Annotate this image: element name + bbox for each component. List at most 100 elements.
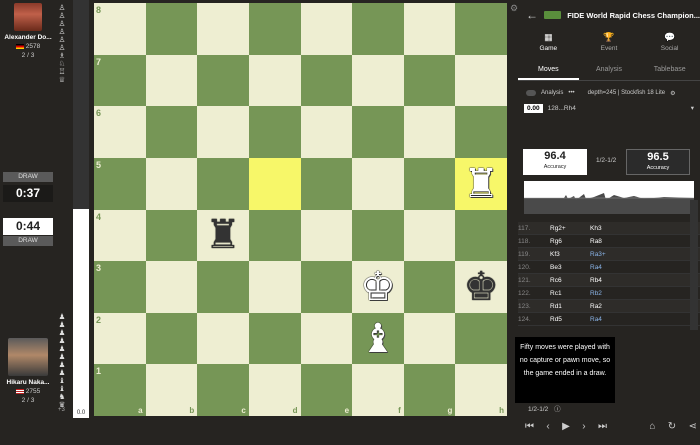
black-move[interactable]: Kh3 — [590, 222, 630, 234]
square-h2[interactable] — [455, 312, 507, 365]
black-move[interactable]: Rb4 — [590, 274, 630, 286]
white-move[interactable]: Rg2+ — [540, 222, 590, 234]
square-g1[interactable]: g — [403, 364, 456, 416]
square-b4[interactable] — [145, 209, 198, 262]
square-h7[interactable] — [455, 54, 507, 107]
black-move[interactable]: Ra3+ — [590, 248, 630, 260]
square-b5[interactable] — [145, 157, 198, 210]
white-move[interactable]: Be3 — [540, 261, 590, 273]
share-icon[interactable]: ⋖ — [689, 421, 697, 432]
square-g4[interactable] — [403, 209, 456, 262]
library-icon[interactable]: ⌂ — [649, 421, 655, 432]
square-e8[interactable] — [300, 3, 353, 55]
square-e1[interactable]: e — [300, 364, 353, 416]
info-icon[interactable]: ⓘ — [554, 406, 561, 413]
square-b2[interactable] — [145, 312, 198, 365]
previous-move-icon[interactable]: ‹ — [546, 421, 549, 432]
white-move[interactable]: Rd5 — [540, 313, 590, 325]
square-b3[interactable] — [145, 261, 198, 313]
square-a4[interactable]: 4 — [94, 209, 146, 262]
square-c3[interactable] — [197, 261, 249, 313]
square-g8[interactable] — [403, 3, 456, 55]
square-d4[interactable] — [248, 209, 301, 262]
square-f6[interactable] — [352, 106, 404, 158]
nav-game[interactable]: ▦ Game — [518, 32, 578, 57]
square-h5[interactable]: ♜ — [455, 157, 507, 210]
white-piece-h5[interactable]: ♜ — [463, 164, 499, 204]
square-a6[interactable]: 6 — [94, 106, 146, 158]
square-f2[interactable]: ♝ — [352, 312, 404, 365]
square-g2[interactable] — [403, 312, 456, 365]
square-g5[interactable] — [403, 157, 456, 210]
square-c8[interactable] — [197, 3, 249, 55]
square-a8[interactable]: 8 — [94, 3, 146, 55]
square-f4[interactable] — [352, 209, 404, 262]
square-b6[interactable] — [145, 106, 198, 158]
square-d2[interactable] — [248, 312, 301, 365]
square-f1[interactable]: f — [352, 364, 404, 416]
square-d6[interactable] — [248, 106, 301, 158]
black-piece-c4[interactable]: ♜ — [205, 215, 241, 255]
black-move[interactable]: Rb2 — [590, 287, 630, 299]
white-move[interactable]: Rd1 — [540, 300, 590, 312]
square-b8[interactable] — [145, 3, 198, 55]
square-b1[interactable]: b — [145, 364, 198, 416]
square-f5[interactable] — [352, 157, 404, 210]
flip-board-icon[interactable]: ↻ — [668, 421, 676, 432]
square-g6[interactable] — [403, 106, 456, 158]
square-e2[interactable] — [300, 312, 353, 365]
square-c7[interactable] — [197, 54, 249, 107]
engine-line[interactable]: 0.00 128...Rh4 ▾ — [518, 101, 700, 115]
expand-chevron-icon[interactable]: ▾ — [691, 104, 694, 112]
white-piece-f3[interactable]: ♚ — [360, 267, 396, 307]
square-c4[interactable]: ♜ — [197, 209, 249, 262]
square-a2[interactable]: 2 — [94, 312, 146, 365]
white-move[interactable]: Rg6 — [540, 235, 590, 247]
white-move[interactable]: Rc1 — [540, 287, 590, 299]
black-move[interactable]: Ra8 — [590, 235, 630, 247]
square-f8[interactable] — [352, 3, 404, 55]
square-c6[interactable] — [197, 106, 249, 158]
engine-settings-gear-icon[interactable]: ⚙ — [670, 90, 675, 97]
square-h6[interactable] — [455, 106, 507, 158]
square-c1[interactable]: c — [197, 364, 249, 416]
square-d1[interactable]: d — [248, 364, 301, 416]
square-e6[interactable] — [300, 106, 353, 158]
square-h3[interactable]: ♚ — [455, 261, 507, 313]
top-player-card[interactable]: Alexander Do... 2578 2 / 3 — [0, 3, 56, 60]
top-draw-button[interactable]: DRAW — [3, 172, 53, 182]
bottom-draw-button[interactable]: DRAW — [3, 236, 53, 246]
square-d7[interactable] — [248, 54, 301, 107]
black-move[interactable]: Ra4 — [590, 313, 630, 325]
play-icon[interactable]: ▶ — [562, 421, 570, 432]
square-a7[interactable]: 7 — [94, 54, 146, 107]
square-a3[interactable]: 3 — [94, 261, 146, 313]
tab-tablebase[interactable]: Tablebase — [639, 61, 700, 80]
first-move-icon[interactable]: ⏮ — [525, 421, 534, 432]
white-piece-f2[interactable]: ♝ — [360, 319, 396, 359]
square-d5[interactable] — [248, 157, 301, 210]
square-g7[interactable] — [403, 54, 456, 107]
next-move-icon[interactable]: › — [582, 421, 585, 432]
square-f3[interactable]: ♚ — [352, 261, 404, 313]
more-options-icon[interactable]: ••• — [568, 90, 574, 96]
square-d8[interactable] — [248, 3, 301, 55]
square-e5[interactable] — [300, 157, 353, 210]
evaluation-graph[interactable] — [524, 181, 694, 214]
square-a1[interactable]: 1a — [94, 364, 146, 416]
square-e3[interactable] — [300, 261, 353, 313]
black-move[interactable]: Ra4 — [590, 261, 630, 273]
square-f7[interactable] — [352, 54, 404, 107]
chess-board[interactable]: 8 7 6 5 ♜ 4 ♜ 3 ♚ ♚ 2 ♝ 1 a b c d e f g h — [94, 3, 507, 416]
white-move[interactable]: Rc6 — [540, 274, 590, 286]
black-piece-h3[interactable]: ♚ — [463, 267, 499, 307]
nav-social[interactable]: 💬 Social — [640, 32, 700, 57]
square-c5[interactable] — [197, 157, 249, 210]
last-move-icon[interactable]: ⏭ — [598, 421, 607, 432]
back-arrow-icon[interactable]: ← — [526, 8, 538, 22]
black-move[interactable]: Ra2 — [590, 300, 630, 312]
square-b7[interactable] — [145, 54, 198, 107]
tab-moves[interactable]: Moves — [518, 61, 579, 80]
square-e7[interactable] — [300, 54, 353, 107]
square-c2[interactable] — [197, 312, 249, 365]
